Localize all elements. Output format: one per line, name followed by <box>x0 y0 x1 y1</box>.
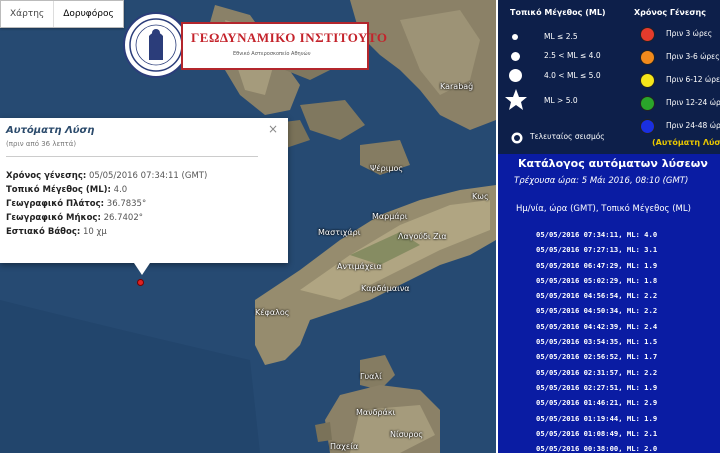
tab-map[interactable]: Χάρτης <box>1 1 53 27</box>
legend-time-label: Πριν 3-6 ώρες <box>666 52 720 61</box>
time-color-dot-icon <box>640 50 655 65</box>
legend-size-title: Τοπικό Μέγεθος (ML) <box>510 8 606 17</box>
legend-size-label: ML > 5.0 <box>544 96 578 105</box>
magnitude-star-icon <box>505 89 527 110</box>
popup-row-label: Τοπικό Μέγεθος (ML): <box>6 185 111 195</box>
legend-size-label: 4.0 < ML ≤ 5.0 <box>544 71 601 80</box>
catalog-row[interactable]: 05/05/2016 04:56:54, ML: 2.2 <box>536 291 657 306</box>
institute-logo[interactable]: ΓΕΩΔΥΝΑΜΙΚΟ ΙΝΣΤΙΤΟΥΤΟ Εθνικό Αστεροσκοπ… <box>123 12 387 78</box>
popup-row-label: Χρόνος γένεσης: <box>6 171 87 181</box>
legend-size-label: 2.5 < ML ≤ 4.0 <box>544 51 601 60</box>
catalog-row[interactable]: 05/05/2016 07:34:11, ML: 4.0 <box>536 230 657 245</box>
catalog-list: 05/05/2016 07:34:11, ML: 4.0 05/05/2016 … <box>536 230 657 453</box>
catalog-row[interactable]: 05/05/2016 01:08:49, ML: 2.1 <box>536 429 657 444</box>
time-color-dot-icon <box>640 73 655 88</box>
catalog-row[interactable]: 05/05/2016 04:50:34, ML: 2.2 <box>536 306 657 321</box>
map-label: Ψέριμος <box>370 164 404 173</box>
magnitude-small-dot-icon <box>512 34 518 40</box>
legend-time-title: Χρόνος Γένεσης <box>634 8 706 17</box>
magnitude-large-dot-icon <box>509 69 522 82</box>
popup-time-ago: (πριν από 36 λεπτά) <box>6 140 77 148</box>
institute-name: ΓΕΩΔΥΝΑΜΙΚΟ ΙΝΣΤΙΤΟΥΤΟ <box>191 30 388 45</box>
map-label: Παχεία <box>330 442 359 451</box>
institute-seal-icon <box>123 12 189 78</box>
map-label: Λαγούδι Ζια <box>398 232 447 241</box>
catalog-row[interactable]: 05/05/2016 00:38:00, ML: 2.0 <box>536 444 657 453</box>
map-label: Μαρμάρι <box>372 212 408 221</box>
legend-time-label: Πριν 24-48 ώρες <box>666 121 720 130</box>
popup-row-longitude: Γεωγραφικό Μήκος: 26.7402° <box>6 213 143 223</box>
popup-row-label: Εστιακό Βάθος: <box>6 227 81 237</box>
map-legend: Τοπικό Μέγεθος (ML) Χρόνος Γένεσης ML ≤ … <box>496 0 720 154</box>
legend-size-label: ML ≤ 2.5 <box>544 32 578 41</box>
time-color-dot-icon <box>640 27 655 42</box>
popup-row-value: 26.7402° <box>103 213 143 223</box>
legend-time-label: Πριν 3 ώρες <box>666 29 713 38</box>
map-label: Κέφαλος <box>255 308 290 317</box>
catalog-current-time: Τρέχουσα ώρα: 5 Μάι 2016, 08:10 (GMT) <box>514 176 689 186</box>
popup-divider <box>6 156 258 157</box>
map-label: Νίσυρος <box>390 430 424 439</box>
popup-row-value: 10 χμ <box>82 227 107 237</box>
popup-row-origin-time: Χρόνος γένεσης: 05/05/2016 07:34:11 (GMT… <box>6 171 207 181</box>
institute-name-banner: ΓΕΩΔΥΝΑΜΙΚΟ ΙΝΣΤΙΤΟΥΤΟ Εθνικό Αστεροσκοπ… <box>181 22 387 70</box>
popup-row-latitude: Γεωγραφικό Πλάτος: 36.7835° <box>6 199 146 209</box>
map-label: Αντιμάχεια <box>337 262 382 271</box>
popup-row-value: 4.0 <box>113 185 128 195</box>
last-quake-ring-icon <box>511 132 523 144</box>
tab-satellite[interactable]: Δορυφόρος <box>53 1 123 27</box>
map-label: Μαστιχάρι <box>318 228 361 237</box>
popup-row-value: 05/05/2016 07:34:11 (GMT) <box>88 171 208 181</box>
catalog-row[interactable]: 05/05/2016 01:19:44, ML: 1.9 <box>536 414 657 429</box>
popup-row-value: 36.7835° <box>106 199 147 209</box>
catalog-row[interactable]: 05/05/2016 05:02:29, ML: 1.8 <box>536 276 657 291</box>
time-color-dot-icon <box>640 96 655 111</box>
legend-time-label: Πριν 12-24 ώρες <box>666 98 720 107</box>
map-type-tabs: Χάρτης Δορυφόρος <box>0 0 124 28</box>
magnitude-medium-dot-icon <box>511 52 520 61</box>
map-label: Μανδράκι <box>356 408 396 417</box>
catalog-row[interactable]: 05/05/2016 02:56:52, ML: 1.7 <box>536 352 657 367</box>
catalog-row[interactable]: 05/05/2016 04:42:39, ML: 2.4 <box>536 322 657 337</box>
institute-subtitle: Εθνικό Αστεροσκοπείο Αθηνών <box>233 51 311 57</box>
map-label: Καρδάμαινα <box>361 284 410 293</box>
map-view[interactable]: Χάρτης Δορυφόρος ΓΕΩΔΥΝΑΜΙΚΟ ΙΝΣΤΙΤΟΥΤΟ … <box>0 0 496 453</box>
popup-row-label: Γεωγραφικό Πλάτος: <box>6 199 105 209</box>
automatic-solutions-catalog: Κατάλογος αυτόματων λύσεων Τρέχουσα ώρα:… <box>496 154 720 453</box>
catalog-column-header: Ημ/νία, ώρα (GMT), Τοπικό Μέγεθος (ML) <box>516 204 691 214</box>
popup-row-depth: Εστιακό Βάθος: 10 χμ <box>6 227 107 237</box>
epicenter-marker[interactable] <box>137 279 144 286</box>
time-color-dot-icon <box>640 119 655 134</box>
automatic-solution-note: (Αυτόματη Λύση) <box>652 138 720 147</box>
catalog-row[interactable]: 05/05/2016 06:47:29, ML: 1.9 <box>536 261 657 276</box>
catalog-row[interactable]: 05/05/2016 02:27:51, ML: 1.9 <box>536 383 657 398</box>
earthquake-info-popup: Αυτόματη Λύση (πριν από 36 λεπτά) × Χρόν… <box>0 118 288 275</box>
popup-row-magnitude: Τοπικό Μέγεθος (ML): 4.0 <box>6 185 127 195</box>
legend-time-label: Πριν 6-12 ώρες <box>666 75 720 84</box>
legend-size-label: Τελευταίος σεισμός <box>530 132 605 141</box>
catalog-row[interactable]: 05/05/2016 03:54:35, ML: 1.5 <box>536 337 657 352</box>
map-label: Karabağ <box>440 82 474 91</box>
catalog-row[interactable]: 05/05/2016 01:46:21, ML: 2.9 <box>536 398 657 413</box>
close-icon[interactable]: × <box>268 122 278 136</box>
map-label: Κως <box>472 192 489 201</box>
catalog-title: Κατάλογος αυτόματων λύσεων <box>518 157 708 170</box>
popup-title: Αυτόματη Λύση <box>6 125 95 136</box>
popup-row-label: Γεωγραφικό Μήκος: <box>6 213 101 223</box>
catalog-row[interactable]: 05/05/2016 02:31:57, ML: 2.2 <box>536 368 657 383</box>
map-label: Γυαλί <box>360 372 382 381</box>
catalog-row[interactable]: 05/05/2016 07:27:13, ML: 3.1 <box>536 245 657 260</box>
